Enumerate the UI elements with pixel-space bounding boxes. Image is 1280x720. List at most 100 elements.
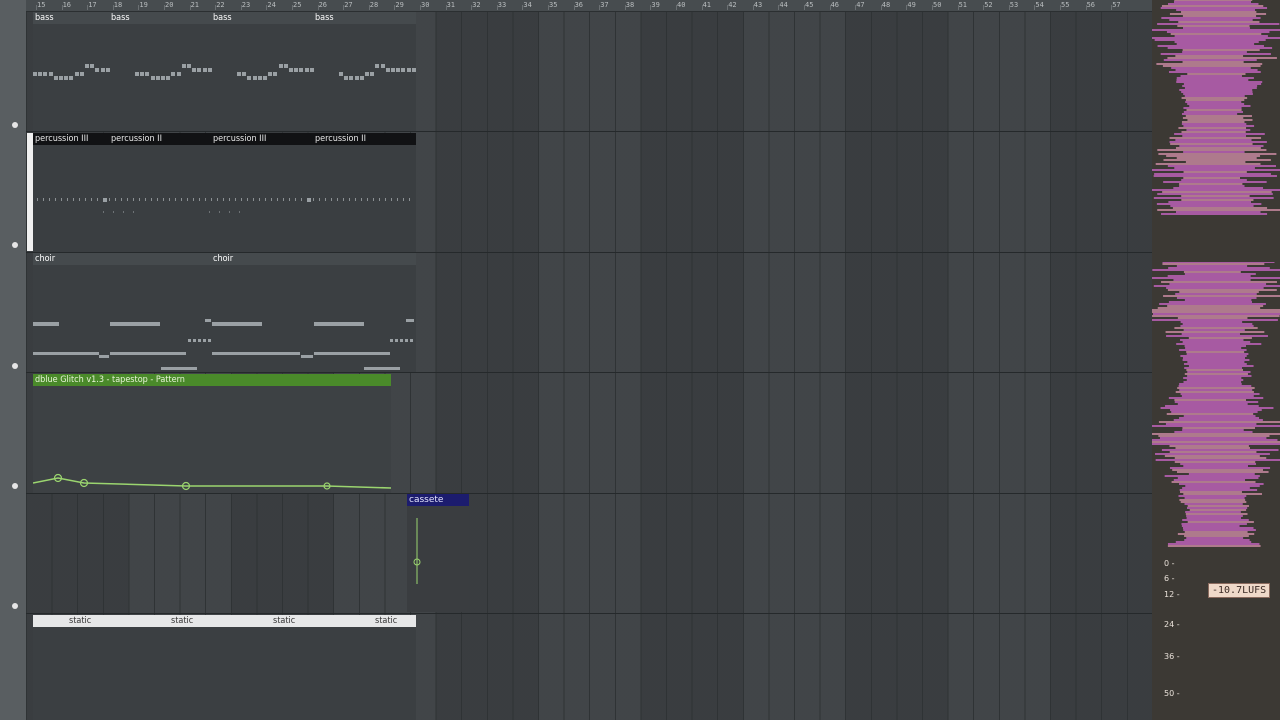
choir-clip-row[interactable]: choir choir <box>33 253 416 372</box>
bass-note <box>53 76 58 80</box>
bass-note <box>69 76 74 80</box>
db-scale-label: 12 - <box>1164 590 1180 599</box>
ruler-bar-label: 20 <box>165 1 174 9</box>
bass-note <box>181 64 186 68</box>
percussion-clip-row[interactable]: percussion III percussion II percussion … <box>33 133 416 252</box>
cassete-clip-header[interactable]: cassete <box>407 494 469 506</box>
ruler-bar-label: 42 <box>728 1 737 9</box>
automation-clip[interactable]: dblue Glitch v1.3 - tapestop - Pattern <box>33 374 391 493</box>
track-handle-3[interactable] <box>12 363 18 369</box>
bass-note <box>140 72 145 76</box>
ruler-bar-label: 38 <box>625 1 635 9</box>
percussion-clip-label[interactable]: percussion III <box>35 133 88 145</box>
ruler-bar-tick <box>138 5 140 10</box>
ruler-bar-label: 49 <box>907 1 916 9</box>
ruler-bar-label: 46 <box>830 1 840 9</box>
bass-note <box>74 72 79 76</box>
bass-clip-label[interactable]: bass <box>213 12 232 24</box>
bass-clip-label[interactable]: bass <box>111 12 130 24</box>
bass-note <box>187 64 191 68</box>
cassete-clip-label: cassete <box>409 495 444 505</box>
automation-curve[interactable] <box>33 374 391 493</box>
bass-note <box>155 76 160 80</box>
playlist-panel: 15 16 17 18 19 20 21 22 23 24 25 26 27 28 29 30 31 32 33 34… <box>0 0 1152 720</box>
ruler-bar-label: 23 <box>241 1 251 9</box>
track-handle-4[interactable] <box>12 483 18 489</box>
bass-note <box>64 76 69 80</box>
ruler-bar-label: 43 <box>753 1 763 9</box>
db-scale-label: 0 - <box>1164 559 1175 568</box>
bass-note <box>273 72 278 76</box>
ruler-bar-label: 54 <box>1035 1 1044 9</box>
ruler-bar-tick <box>855 5 857 10</box>
ruler-bar-label: 39 <box>651 1 660 9</box>
ruler-bar-label: 57 <box>1112 1 1121 9</box>
bass-clip-header: bass bass bass bass <box>33 12 416 24</box>
bass-note <box>192 68 197 72</box>
cassete-clip[interactable] <box>407 506 469 612</box>
bass-note <box>375 64 380 68</box>
bass-note <box>176 72 181 76</box>
static-clip-label[interactable]: static <box>69 615 91 627</box>
bass-note <box>247 76 252 80</box>
track-handle-1[interactable] <box>12 122 18 128</box>
bass-note <box>299 68 304 72</box>
bass-note <box>406 68 411 72</box>
static-clip-row[interactable]: static static static static <box>33 615 416 720</box>
ruler-bar-tick <box>906 5 908 10</box>
bass-note <box>202 68 207 72</box>
ruler-bar-tick <box>880 5 882 10</box>
track-handle-2[interactable] <box>12 242 18 248</box>
ruler-bar-tick <box>266 5 268 10</box>
bass-note <box>304 68 309 72</box>
percussion-clip-label[interactable]: percussion II <box>111 133 162 145</box>
ruler-bar-tick <box>548 5 549 10</box>
ruler-bar-tick <box>471 5 473 10</box>
ruler-bar-label: 52 <box>984 1 993 9</box>
ruler-bar-tick <box>932 5 933 10</box>
ruler-bar-tick <box>189 5 191 10</box>
db-scale-label: 50 - <box>1164 689 1180 698</box>
choir-notes <box>33 265 416 372</box>
track-divider <box>26 613 1152 614</box>
ruler-bar-label: 37 <box>600 1 609 9</box>
track-handle-5[interactable] <box>12 603 18 609</box>
ruler-bar-label: 16 <box>62 1 72 9</box>
ruler-bar-label: 47 <box>856 1 865 9</box>
track-divider <box>26 131 1152 132</box>
percussion-clip-label[interactable]: percussion II <box>315 133 366 145</box>
ruler-bar-tick <box>1111 5 1113 10</box>
bass-clip-label[interactable]: bass <box>35 12 54 24</box>
ruler-bar-label: 26 <box>318 1 328 9</box>
ruler-bar-tick <box>676 5 677 10</box>
choir-clip-label[interactable]: choir <box>35 253 55 265</box>
ruler-bar-label: 41 <box>702 1 712 9</box>
static-clip-label[interactable]: static <box>171 615 193 627</box>
ruler-bar-label: 56 <box>1086 1 1096 9</box>
ruler-bar-tick <box>573 5 575 10</box>
ruler-bar-tick <box>240 5 242 10</box>
bass-note <box>380 64 385 68</box>
ruler-bar-label: 53 <box>1009 1 1019 9</box>
timeline-ruler[interactable]: 15 16 17 18 19 20 21 22 23 24 25 26 27 28 29 30 31 32 33 34… <box>26 0 1152 12</box>
ruler-bar-label: 19 <box>139 1 148 9</box>
bass-note <box>161 76 165 80</box>
bass-clip-row[interactable]: bass bass bass bass <box>33 12 416 131</box>
ruler-bar-tick <box>61 5 63 10</box>
ruler-bar-label: 33 <box>497 1 507 9</box>
choir-clip-label[interactable]: choir <box>213 253 233 265</box>
ruler-bar-tick <box>394 5 396 10</box>
percussion-clip-label[interactable]: percussion III <box>213 133 266 145</box>
static-clip-label[interactable]: static <box>375 615 397 627</box>
bass-notes <box>33 24 416 131</box>
ruler-bar-label: 22 <box>216 1 225 9</box>
bass-note <box>33 72 37 76</box>
bass-note <box>370 72 375 76</box>
choir-clip-header: choir choir <box>33 253 416 265</box>
ruler-bar-label: 51 <box>958 1 968 9</box>
bass-clip-label[interactable]: bass <box>315 12 334 24</box>
ruler-bar-label: 28 <box>369 1 379 9</box>
bass-note <box>79 72 84 76</box>
static-clip-label[interactable]: static <box>273 615 295 627</box>
bass-note <box>207 68 212 72</box>
